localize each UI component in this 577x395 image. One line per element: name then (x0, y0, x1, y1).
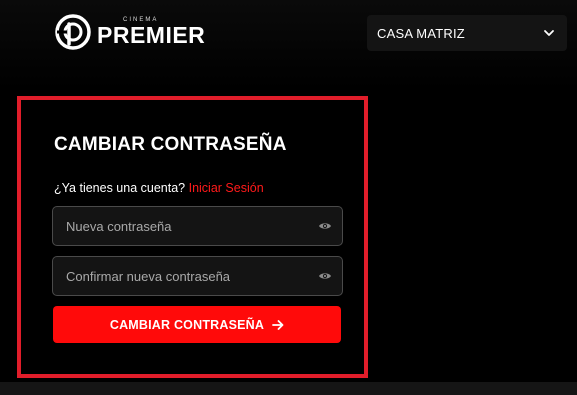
logo-brand-text: PREMIER (97, 22, 206, 48)
confirm-password-field[interactable] (52, 256, 343, 296)
logo-text: CINEMA PREMIER (97, 17, 205, 47)
eye-icon[interactable] (318, 271, 332, 281)
login-link[interactable]: Iniciar Sesión (189, 181, 264, 195)
arrow-right-icon (272, 319, 284, 330)
new-password-input[interactable] (66, 218, 318, 234)
account-prompt-text: ¿Ya tienes una cuenta? (54, 181, 186, 195)
location-select[interactable]: CASA MATRIZ (367, 15, 567, 51)
cinema-premier-logo[interactable]: CINEMA PREMIER (55, 14, 205, 50)
bottom-bar (0, 382, 577, 395)
header: CINEMA PREMIER CASA MATRIZ (0, 0, 577, 70)
change-password-panel: CAMBIAR CONTRASEÑA ¿Ya tienes una cuenta… (17, 96, 368, 378)
page-title: CAMBIAR CONTRASEÑA (54, 134, 287, 155)
change-password-button-label: CAMBIAR CONTRASEÑA (109, 317, 265, 332)
new-password-field[interactable] (52, 206, 343, 246)
confirm-password-input[interactable] (66, 268, 318, 284)
eye-icon[interactable] (318, 221, 332, 231)
logo-mark-icon (55, 14, 91, 50)
account-prompt-line: ¿Ya tienes una cuenta? Iniciar Sesión (54, 181, 264, 195)
location-selected-label: CASA MATRIZ (377, 25, 465, 41)
change-password-button[interactable]: CAMBIAR CONTRASEÑA (53, 306, 341, 343)
chevron-down-icon (544, 30, 554, 36)
